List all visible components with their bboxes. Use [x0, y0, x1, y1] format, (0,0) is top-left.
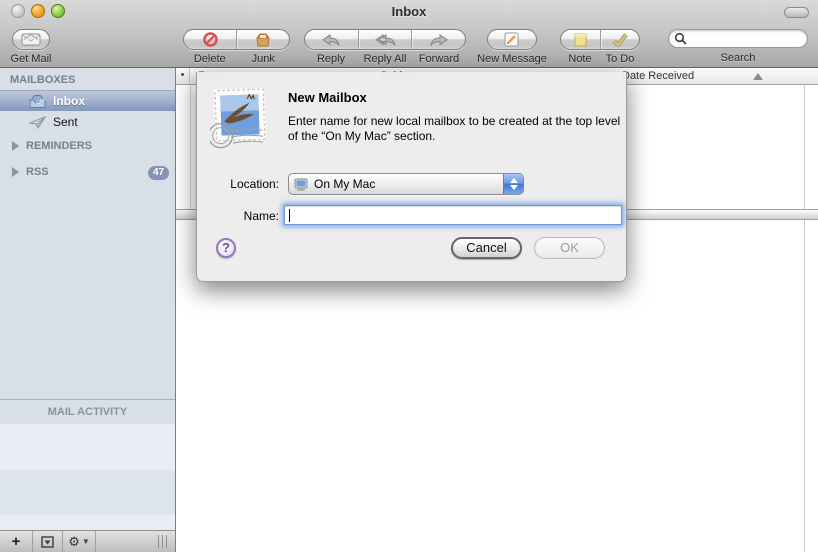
reply-all-arrow-icon [374, 34, 396, 46]
mail-window: Inbox Get Mail Delete Ju [0, 0, 818, 552]
location-label: Location: [197, 177, 279, 191]
inbox-label: Inbox [53, 94, 85, 108]
name-input[interactable] [284, 205, 622, 225]
new-message-label: New Message [462, 53, 562, 65]
show-mail-activity-button[interactable] [33, 531, 63, 552]
delete-label: Delete [183, 53, 237, 65]
reveal-pane-icon [41, 536, 54, 548]
sidebar: MAILBOXES Inbox Sent REMINDERS RSS 47 MA… [0, 68, 176, 552]
reply-group: Reply Reply All Forward [304, 29, 466, 65]
add-mailbox-button[interactable]: + [0, 531, 33, 552]
envelope-icon [13, 30, 49, 49]
status-column-header[interactable]: • [176, 68, 190, 84]
search-input[interactable] [668, 29, 808, 48]
window-title: Inbox [0, 4, 818, 19]
sticky-note-icon [574, 33, 587, 47]
location-value: On My Mac [314, 177, 375, 191]
sidebar-group-reminders[interactable]: REMINDERS [12, 140, 92, 152]
gear-icon: ⚙ [68, 534, 80, 550]
checkmark-icon [612, 33, 628, 47]
disclosure-triangle-icon[interactable] [12, 141, 19, 151]
text-caret [289, 209, 290, 222]
ok-button[interactable]: OK [534, 237, 605, 259]
mailboxes-header: MAILBOXES [10, 74, 75, 86]
new-message-button[interactable]: New Message [462, 29, 562, 65]
get-mail-button[interactable]: Get Mail [6, 29, 56, 65]
sidebar-bottom-bar: + ⚙▼ [0, 530, 175, 552]
search-icon [674, 32, 687, 45]
inbox-tray-icon [29, 94, 46, 109]
mail-app-icon [210, 87, 268, 149]
mail-activity-row [0, 424, 175, 470]
note-label: Note [560, 53, 600, 65]
reminders-label: REMINDERS [26, 140, 92, 152]
cancel-button[interactable]: Cancel [451, 237, 522, 259]
column-header-date-received[interactable]: Date Received [622, 70, 694, 82]
mail-activity-header: MAIL ACTIVITY [0, 400, 175, 424]
popup-stepper-icon [503, 174, 523, 194]
todo-label: To Do [600, 53, 640, 65]
pane-resize-grip[interactable] [158, 535, 169, 548]
note-todo-group: Note To Do [560, 29, 640, 65]
sidebar-item-sent[interactable]: Sent [0, 112, 175, 132]
chevron-down-icon: ▼ [82, 537, 90, 546]
mail-activity-row [0, 515, 175, 530]
sidebar-group-rss[interactable]: RSS [12, 166, 49, 178]
titlebar-toolbar: Inbox Get Mail Delete Ju [0, 0, 818, 68]
dialog-message: Enter name for new local mailbox to be c… [288, 114, 622, 144]
note-button[interactable] [561, 30, 600, 49]
toolbar-toggle-button[interactable] [784, 7, 809, 18]
reply-label: Reply [304, 53, 358, 65]
junk-label: Junk [237, 53, 291, 65]
action-menu-button[interactable]: ⚙▼ [63, 531, 96, 552]
disclosure-triangle-icon[interactable] [12, 167, 19, 177]
reply-all-label: Reply All [358, 53, 412, 65]
location-popup[interactable]: On My Mac [288, 173, 524, 195]
reply-all-button[interactable] [358, 30, 412, 49]
junk-button[interactable] [236, 30, 289, 49]
name-label: Name: [197, 209, 279, 223]
sort-ascending-icon [753, 73, 763, 80]
search-label: Search [668, 52, 808, 64]
help-button[interactable]: ? [216, 238, 236, 258]
todo-button[interactable] [600, 30, 640, 49]
computer-icon [294, 178, 308, 191]
prohibition-icon [203, 32, 218, 47]
scrollbar-track-border [804, 85, 805, 552]
forward-button[interactable] [411, 30, 465, 49]
junk-box-icon [255, 33, 271, 47]
compose-icon [488, 30, 536, 49]
search-area: Search [668, 29, 808, 64]
reply-arrow-icon [322, 34, 340, 46]
delete-button[interactable] [184, 30, 236, 49]
delete-junk-group: Delete Junk [183, 29, 290, 65]
message-list-area: • From Subject Date Received [176, 68, 818, 552]
new-mailbox-dialog: New Mailbox Enter name for new local mai… [196, 72, 627, 282]
column-divider [190, 85, 191, 209]
mail-activity-row [0, 470, 175, 515]
paper-plane-icon [29, 115, 46, 130]
dialog-title: New Mailbox [288, 90, 367, 105]
sent-label: Sent [53, 115, 78, 129]
forward-label: Forward [412, 53, 466, 65]
rss-label: RSS [26, 166, 49, 178]
rss-unread-badge: 47 [148, 166, 169, 180]
forward-arrow-icon [430, 34, 448, 46]
sidebar-item-inbox[interactable]: Inbox [0, 90, 175, 111]
reply-button[interactable] [305, 30, 358, 49]
get-mail-label: Get Mail [6, 53, 56, 65]
